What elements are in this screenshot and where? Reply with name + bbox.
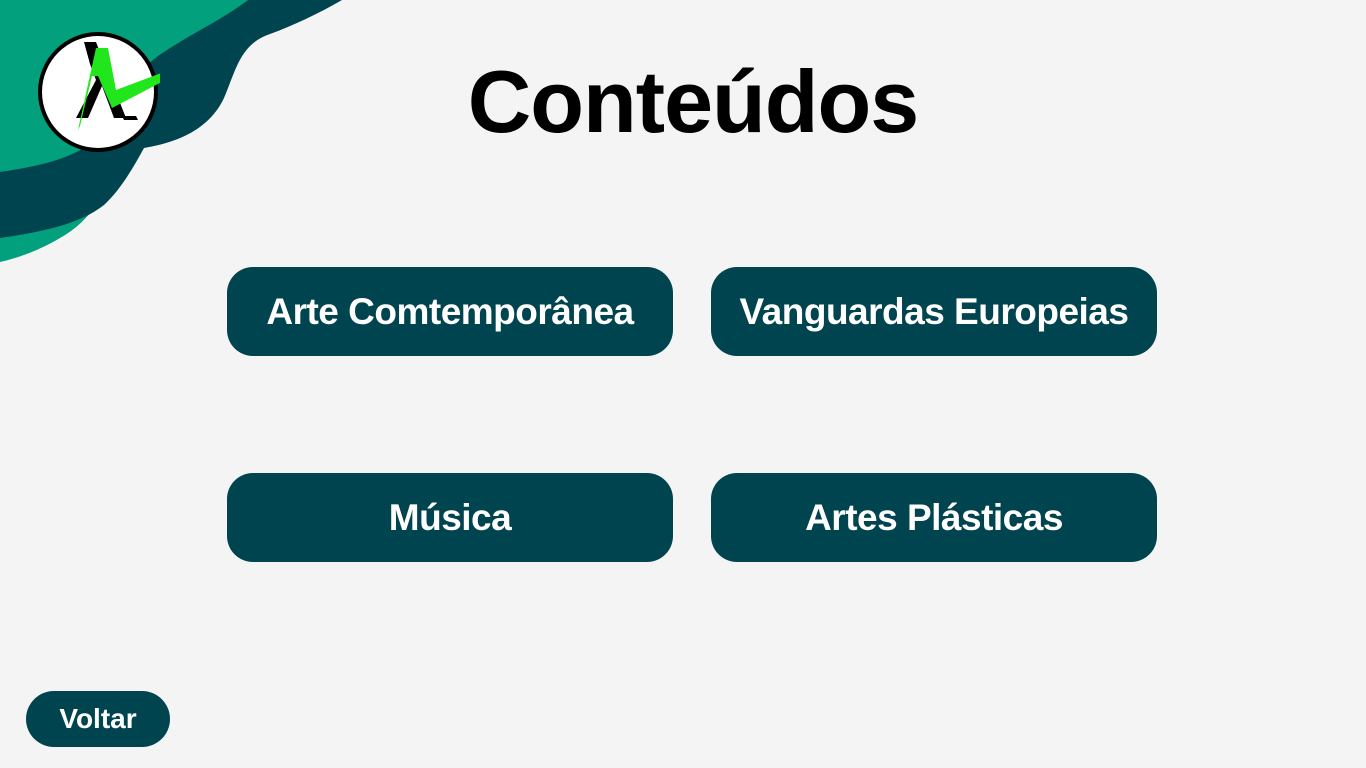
vanguardas-europeias-button[interactable]: Vanguardas Europeias <box>711 267 1157 356</box>
page-title: Conteúdos <box>467 52 920 151</box>
artes-plasticas-button[interactable]: Artes Plásticas <box>711 473 1157 562</box>
arte-contemporanea-button[interactable]: Arte Comtemporânea <box>227 267 673 356</box>
musica-button[interactable]: Música <box>227 473 673 562</box>
back-button[interactable]: Voltar <box>26 691 170 747</box>
page-canvas: Conteúdos Arte Comtemporânea Vanguardas … <box>0 0 1366 768</box>
